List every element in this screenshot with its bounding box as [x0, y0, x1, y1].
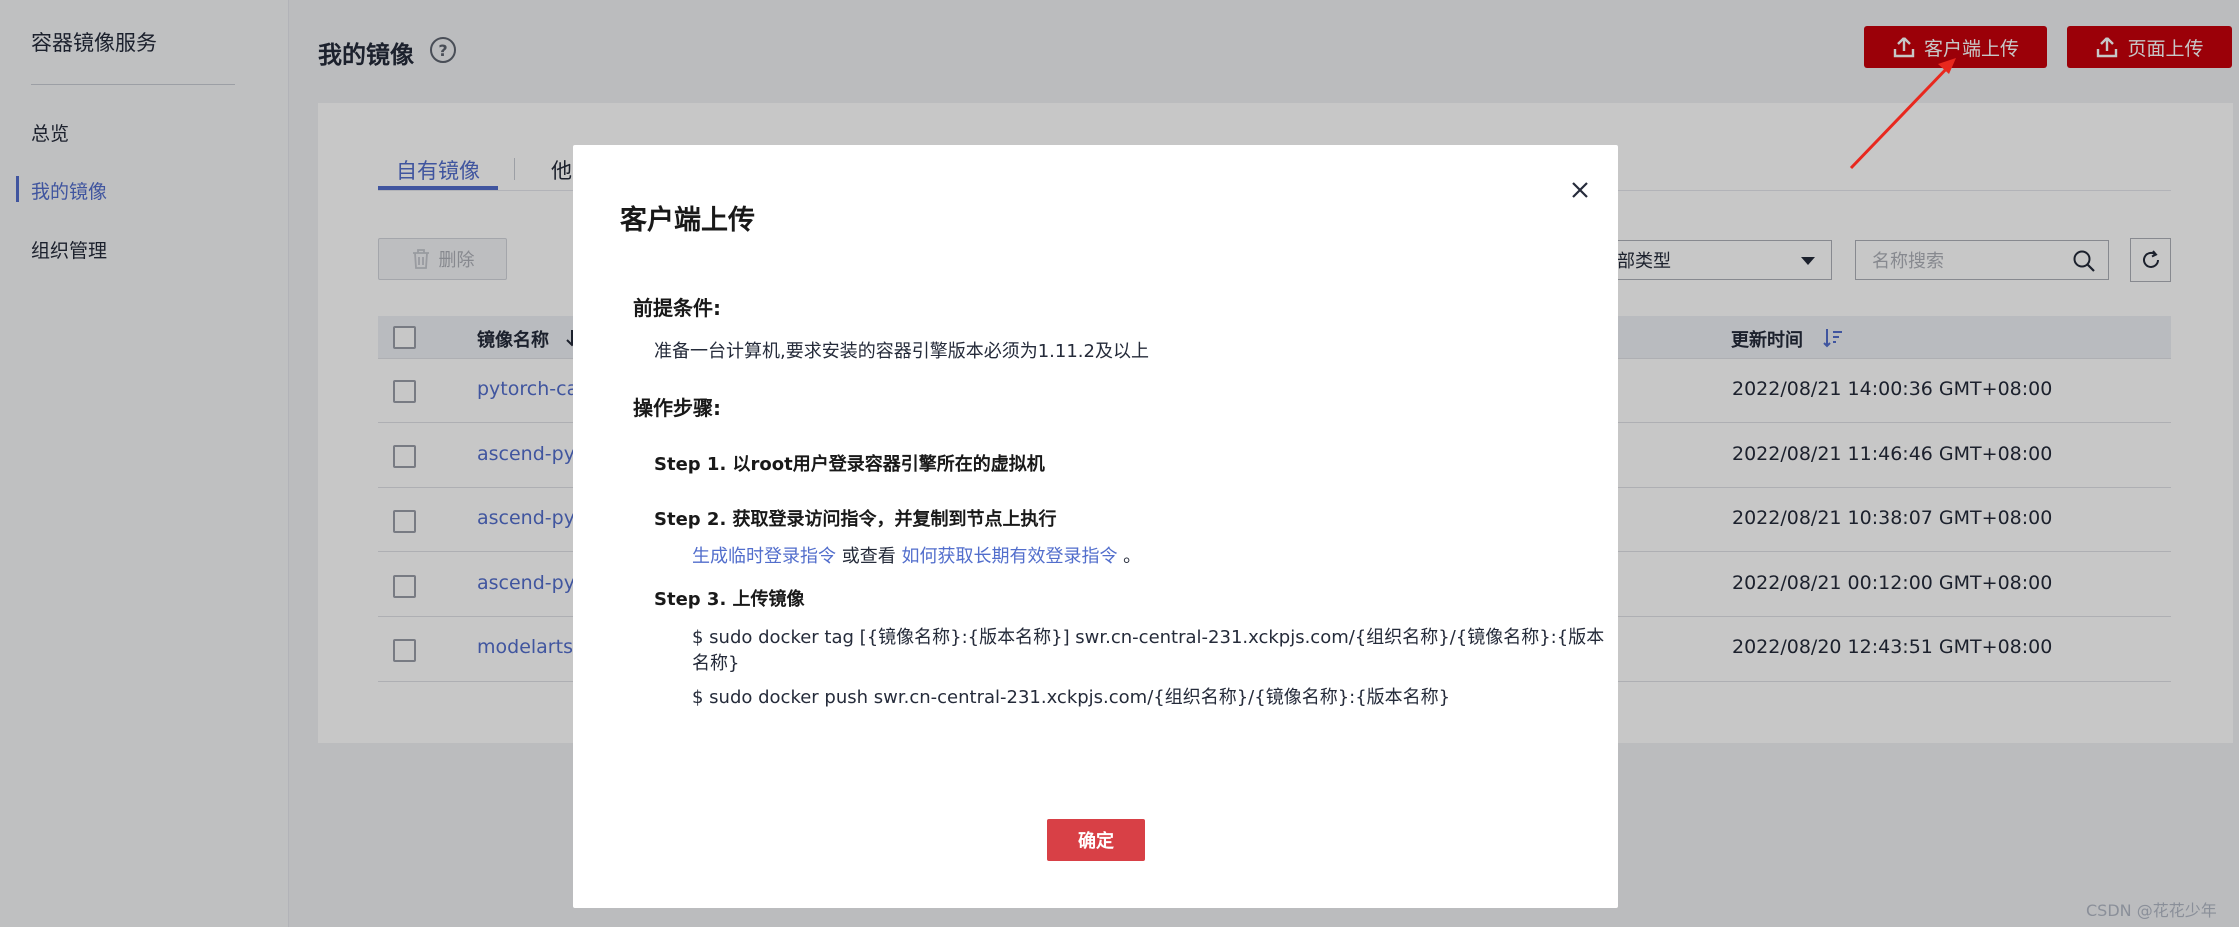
watermark: CSDN @花花少年	[2086, 901, 2217, 920]
annotation-arrow	[1849, 58, 1956, 170]
